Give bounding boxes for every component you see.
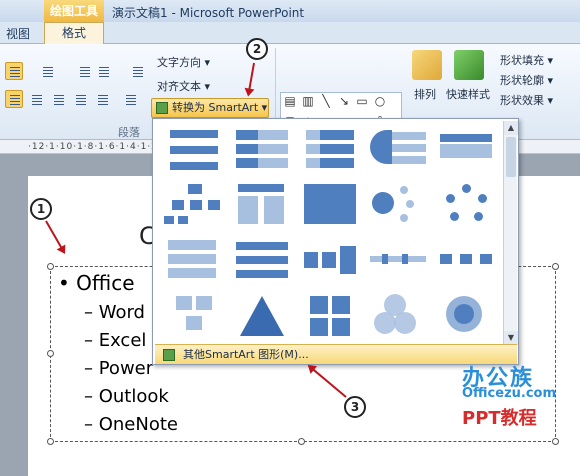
smartart-layout-table-list[interactable]: [433, 123, 499, 173]
distributed-icon: [98, 95, 108, 105]
arrow-line-shape-icon[interactable]: ↘: [337, 95, 351, 107]
ribbon-separator: [275, 48, 276, 120]
smartart-layout-picture-caption[interactable]: [161, 291, 227, 341]
resize-handle[interactable]: [552, 438, 559, 445]
title-bar: 绘图工具 演示文稿1 - Microsoft PowerPoint: [0, 0, 580, 22]
watermark-tagline: PPT教程: [462, 408, 537, 429]
callout-2: 2: [246, 38, 268, 60]
arrange-button[interactable]: 排列: [414, 86, 436, 102]
smartart-icon: [156, 102, 168, 114]
rectangle-shape-icon[interactable]: ▭: [355, 95, 369, 107]
smartart-layout-org-chart[interactable]: [161, 179, 227, 229]
justify-button[interactable]: [71, 90, 89, 108]
gallery-scrollbar[interactable]: ▲ ▼: [503, 121, 518, 345]
line-spacing-button[interactable]: [128, 62, 146, 80]
smartart-layout-basic-process[interactable]: [433, 235, 499, 285]
smartart-layout-pyramid[interactable]: [229, 291, 295, 341]
resize-handle[interactable]: [47, 438, 54, 445]
smartart-layout-chevron-list[interactable]: [161, 235, 227, 285]
resize-handle[interactable]: [47, 263, 54, 270]
align-right-button[interactable]: [49, 90, 67, 108]
decrease-indent-icon: [80, 67, 90, 77]
bullet-word[interactable]: – Word: [84, 302, 145, 323]
align-left-icon: [10, 95, 20, 105]
bullets-button[interactable]: [5, 62, 23, 80]
resize-handle[interactable]: [298, 438, 305, 445]
smartart-layout-timeline[interactable]: [365, 235, 431, 285]
align-center-button[interactable]: [27, 90, 45, 108]
window-title: 演示文稿1 - Microsoft PowerPoint: [112, 6, 305, 20]
smartart-icon: [163, 349, 175, 361]
smartart-layout-radial-list[interactable]: [365, 179, 431, 229]
align-right-icon: [54, 95, 64, 105]
resize-handle[interactable]: [552, 263, 559, 270]
bullet-excel[interactable]: – Excel: [84, 330, 146, 351]
smartart-layout-matrix[interactable]: [297, 291, 363, 341]
align-center-icon: [32, 95, 42, 105]
numbering-icon: [43, 67, 53, 77]
paragraph-group-label: 段落: [118, 126, 140, 139]
quick-styles-icon[interactable]: [454, 50, 484, 80]
columns-button[interactable]: [121, 90, 139, 108]
textbox-vertical-shape-icon[interactable]: ▥: [301, 95, 315, 107]
smartart-layout-vertical-box-list[interactable]: [229, 123, 295, 173]
smartart-gallery-popup: ▲ ▼ 其他SmartArt 图形(M)...: [152, 118, 519, 365]
textbox-shape-icon[interactable]: ▤: [283, 95, 297, 107]
align-text-button[interactable]: 对齐文本 ▾: [157, 78, 210, 94]
distributed-button[interactable]: [93, 90, 111, 108]
more-smartart-label: 其他SmartArt 图形(M)...: [183, 348, 309, 361]
watermark-url: Officezu.com: [462, 386, 557, 401]
bullet-outlook[interactable]: – Outlook: [84, 386, 169, 407]
decrease-indent-button[interactable]: [75, 62, 93, 80]
convert-to-smartart-label: 转换为 SmartArt ▾: [172, 101, 268, 114]
scroll-down-icon[interactable]: ▼: [504, 331, 518, 345]
numbering-button[interactable]: [38, 62, 56, 80]
align-left-button[interactable]: [5, 90, 23, 108]
oval-shape-icon[interactable]: ○: [373, 95, 387, 107]
arrange-icon[interactable]: [412, 50, 442, 80]
smartart-layout-vertical-bullet-list[interactable]: [161, 123, 227, 173]
smartart-layout-cycle[interactable]: [433, 179, 499, 229]
smartart-layout-process-arrow[interactable]: [297, 235, 363, 285]
convert-to-smartart-button[interactable]: 转换为 SmartArt ▾: [151, 98, 269, 118]
increase-indent-icon: [99, 67, 109, 77]
line-spacing-icon: [133, 67, 143, 77]
smartart-layout-hierarchy-list[interactable]: [229, 179, 295, 229]
line-shape-icon[interactable]: ╲: [319, 95, 333, 107]
bullets-icon: [10, 67, 20, 77]
smartart-layout-target[interactable]: [433, 291, 499, 341]
bullet-onenote[interactable]: – OneNote: [84, 414, 178, 435]
bullet-powerpoint[interactable]: – Power: [84, 358, 153, 379]
increase-indent-button[interactable]: [94, 62, 112, 80]
smartart-layout-target-list[interactable]: [365, 123, 431, 173]
callout-3: 3: [344, 396, 366, 418]
shape-outline-button[interactable]: 形状轮廓 ▾: [500, 72, 553, 88]
justify-icon: [76, 95, 86, 105]
smartart-layout-arrow-list[interactable]: [229, 235, 295, 285]
resize-handle[interactable]: [47, 350, 54, 357]
smartart-layout-vertical-chevron-list[interactable]: [297, 123, 363, 173]
tab-format[interactable]: 格式: [44, 22, 104, 44]
quick-styles-button[interactable]: 快速样式: [446, 86, 490, 102]
text-direction-button[interactable]: 文字方向 ▾: [157, 54, 210, 70]
ribbon-tab-row: 视图 格式: [0, 22, 580, 44]
smartart-layout-picture-accent-list[interactable]: [297, 179, 363, 229]
shape-fill-button[interactable]: 形状填充 ▾: [500, 52, 553, 68]
shape-effects-button[interactable]: 形状效果 ▾: [500, 92, 553, 108]
scroll-up-icon[interactable]: ▲: [504, 121, 518, 135]
scroll-thumb[interactable]: [506, 137, 516, 177]
tab-view[interactable]: 视图: [6, 25, 30, 42]
smartart-layout-venn[interactable]: [365, 291, 431, 341]
columns-icon: [126, 95, 136, 105]
context-tab-group-label: 绘图工具: [44, 0, 104, 22]
callout-1: 1: [30, 198, 52, 220]
bullet-office[interactable]: • Office: [58, 271, 135, 295]
